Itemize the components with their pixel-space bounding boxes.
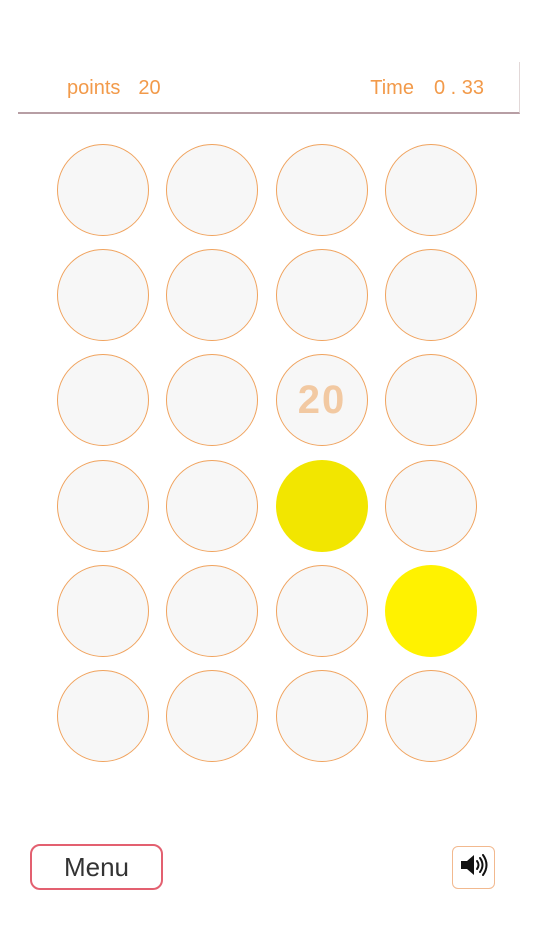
grid-circle[interactable] [166,354,258,446]
grid-circle[interactable] [166,565,258,657]
sound-toggle-button[interactable] [452,846,495,889]
circle-grid: 20 [57,144,477,762]
grid-circle[interactable] [385,354,477,446]
score-bar: points 20 Time 0 . 33 [18,62,520,114]
grid-circle[interactable] [276,249,368,341]
speaker-icon [459,853,489,882]
grid-circle[interactable] [166,144,258,236]
grid-circle[interactable] [57,249,149,341]
grid-circle-active[interactable] [385,565,477,657]
points-label: points [67,77,121,99]
points-value: 20 [138,77,161,99]
grid-circle[interactable] [276,670,368,762]
grid-circle[interactable] [385,460,477,552]
grid-circle-active[interactable] [276,460,368,552]
time-display: Time 0 . 33 [370,77,484,100]
grid-circle[interactable] [166,670,258,762]
grid-circle[interactable] [166,249,258,341]
grid-circle[interactable] [385,670,477,762]
grid-circle[interactable] [57,565,149,657]
grid-circle-scored[interactable]: 20 [276,354,368,446]
grid-circle[interactable] [57,354,149,446]
grid-circle[interactable] [57,670,149,762]
grid-circle[interactable] [385,144,477,236]
game-screen: points 20 Time 0 . 33 20 Menu [0,0,534,950]
time-value: 0 . 33 [433,77,484,99]
grid-circle[interactable] [166,460,258,552]
grid-circle[interactable] [276,565,368,657]
points-display: points 20 [67,77,161,100]
grid-circle[interactable] [385,249,477,341]
grid-circle[interactable] [57,144,149,236]
menu-button[interactable]: Menu [30,844,163,890]
grid-circle[interactable] [57,460,149,552]
grid-circle[interactable] [276,144,368,236]
time-label: Time [370,77,414,99]
